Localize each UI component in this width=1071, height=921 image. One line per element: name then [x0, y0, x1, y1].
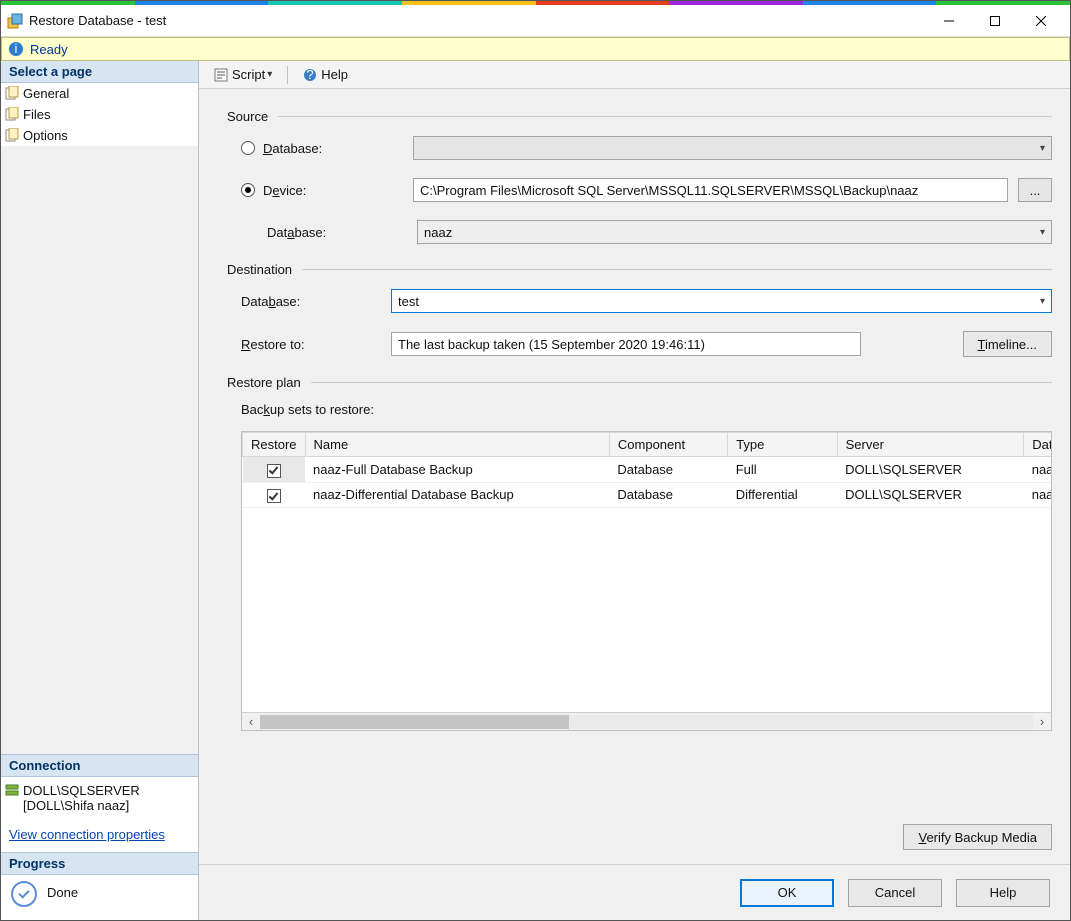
destination-header: Destination — [227, 262, 1052, 277]
script-dropdown-caret: ▾ — [267, 69, 272, 80]
backup-sets-table: RestoreNameComponentTypeServerDatabasePo… — [241, 431, 1052, 731]
source-database-radio[interactable]: Database: — [241, 141, 403, 156]
sidebar-item-options[interactable]: Options — [1, 125, 198, 146]
source-device-radio[interactable]: Device: — [241, 183, 403, 198]
server-icon — [5, 783, 19, 797]
timeline-button[interactable]: Timeline... — [963, 331, 1053, 357]
cell-component: Database — [609, 457, 727, 483]
help-icon: ? — [303, 68, 317, 82]
column-name[interactable]: Name — [305, 433, 609, 457]
scroll-left-icon[interactable]: ‹ — [242, 714, 260, 730]
source-inner-database-combo[interactable]: naaz ▾ — [417, 220, 1052, 244]
connection-box: DOLL\SQLSERVER [DOLL\Shifa naaz] — [1, 777, 198, 821]
svg-text:?: ? — [307, 68, 314, 82]
restore-checkbox[interactable] — [267, 489, 281, 503]
scroll-right-icon[interactable]: › — [1033, 714, 1051, 730]
svg-text:i: i — [15, 41, 18, 56]
table-hscrollbar[interactable]: ‹ › — [242, 712, 1051, 730]
cell-database: naaz — [1024, 457, 1051, 483]
page-icon — [5, 128, 19, 142]
destination-database-label: Database: — [241, 294, 381, 309]
connection-server: DOLL\SQLSERVER — [23, 783, 190, 798]
column-server[interactable]: Server — [837, 433, 1024, 457]
cell-name: naaz-Full Database Backup — [305, 457, 609, 483]
cell-database: naaz — [1024, 482, 1051, 508]
page-icon — [5, 107, 19, 121]
ready-bar: i Ready — [1, 37, 1070, 61]
title-bar: Restore Database - test — [1, 5, 1070, 37]
sidebar-item-general[interactable]: General — [1, 83, 198, 104]
script-button[interactable]: Script ▾ — [207, 64, 279, 85]
source-database-combo: ▾ — [413, 136, 1052, 160]
column-component[interactable]: Component — [609, 433, 727, 457]
toolbar-separator — [287, 66, 288, 84]
destination-database-combo[interactable]: test ▾ — [391, 289, 1052, 313]
cell-name: naaz-Differential Database Backup — [305, 482, 609, 508]
restore-plan-header: Restore plan — [227, 375, 1052, 390]
cell-type: Differential — [728, 482, 837, 508]
close-button[interactable] — [1018, 6, 1064, 36]
ok-button[interactable]: OK — [740, 879, 834, 907]
restore-checkbox[interactable] — [267, 464, 281, 478]
ready-text: Ready — [30, 42, 68, 57]
toolbar-help-label: Help — [321, 67, 348, 82]
script-icon — [214, 68, 228, 82]
device-path-input[interactable]: C:\Program Files\Microsoft SQL Server\MS… — [413, 178, 1008, 202]
content: Source Database: ▾ Device: C:\Program Fi… — [199, 89, 1070, 818]
restore-to-label: Restore to: — [241, 337, 381, 352]
page-icon — [5, 86, 19, 100]
scroll-track[interactable] — [260, 715, 1033, 729]
window-title: Restore Database - test — [29, 13, 166, 28]
source-device-radio-label: vice: — [280, 183, 307, 198]
table-row[interactable]: naaz-Full Database BackupDatabaseFullDOL… — [243, 457, 1052, 483]
help-button[interactable]: ? Help — [296, 64, 355, 85]
sidebar-item-files[interactable]: Files — [1, 104, 198, 125]
column-database[interactable]: Database — [1024, 433, 1051, 457]
table-body: naaz-Full Database BackupDatabaseFullDOL… — [243, 457, 1052, 508]
right-panel: Script ▾ ? Help Source Database: ▾ — [199, 61, 1070, 920]
chevron-down-icon: ▾ — [1040, 296, 1045, 307]
script-label: Script — [232, 67, 265, 82]
progress-check-icon — [11, 881, 37, 907]
footer: OK Cancel Help — [199, 864, 1070, 920]
source-header: Source — [227, 109, 1052, 124]
view-connection-properties-link[interactable]: View connection properties — [1, 821, 198, 852]
maximize-button[interactable] — [972, 6, 1018, 36]
footer-help-button[interactable]: Help — [956, 879, 1050, 907]
table-header-row: RestoreNameComponentTypeServerDatabasePo… — [243, 433, 1052, 457]
sidebar: Select a page GeneralFilesOptions Connec… — [1, 61, 199, 920]
cancel-button[interactable]: Cancel — [848, 879, 942, 907]
progress-header: Progress — [1, 852, 198, 875]
page-list: GeneralFilesOptions — [1, 83, 198, 146]
connection-header: Connection — [1, 754, 198, 777]
scroll-thumb[interactable] — [260, 715, 569, 729]
progress-status: Done — [47, 885, 78, 900]
chevron-down-icon: ▾ — [1040, 227, 1045, 238]
select-page-header: Select a page — [1, 61, 198, 83]
cell-type: Full — [728, 457, 837, 483]
minimize-button[interactable] — [926, 6, 972, 36]
progress-box: Done — [1, 875, 198, 920]
backup-sets-label: Backup sets to restore: — [241, 402, 1052, 417]
device-browse-button[interactable]: ... — [1018, 178, 1052, 202]
app-icon — [7, 13, 23, 29]
column-restore[interactable]: Restore — [243, 433, 306, 457]
info-icon: i — [8, 41, 24, 57]
cell-server: DOLL\SQLSERVER — [837, 457, 1024, 483]
cell-component: Database — [609, 482, 727, 508]
verify-backup-media-button[interactable]: Verify Backup Media — [903, 824, 1052, 850]
source-database-radio-label: atabase: — [272, 141, 322, 156]
restore-to-input: The last backup taken (15 September 2020… — [391, 332, 861, 356]
connection-user: [DOLL\Shifa naaz] — [23, 798, 190, 813]
cell-server: DOLL\SQLSERVER — [837, 482, 1024, 508]
table-row[interactable]: naaz-Differential Database BackupDatabas… — [243, 482, 1052, 508]
source-inner-database-label: Database: — [267, 225, 407, 240]
toolbar: Script ▾ ? Help — [199, 61, 1070, 89]
column-type[interactable]: Type — [728, 433, 837, 457]
